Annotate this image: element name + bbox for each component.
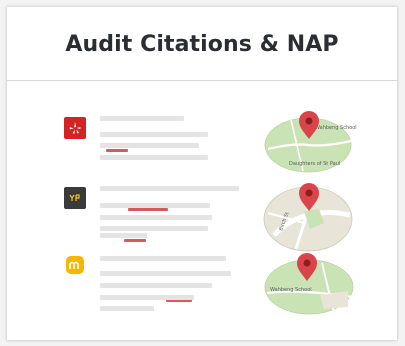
listing-name-placeholder (100, 186, 239, 191)
listing-line-placeholder (100, 271, 231, 276)
listing-line-placeholder (100, 203, 210, 208)
map-place-label: Wahbeng School (270, 287, 312, 293)
card-title: Audit Citations & NAP (65, 31, 339, 57)
listing-line-placeholder (100, 283, 212, 288)
map-place-label: Wahbeng School (315, 125, 357, 131)
listing-line-placeholder (100, 215, 212, 220)
listing-line-placeholder (100, 155, 208, 160)
yelp-icon (64, 117, 86, 139)
listing-line-placeholder (100, 233, 147, 238)
yellow-pages-icon (64, 187, 86, 209)
listing-name-placeholder (100, 116, 184, 121)
merchantcircle-icon (66, 256, 84, 274)
map-thumbnail: Wahbeng School (264, 253, 354, 315)
listing-line-placeholder (100, 132, 208, 137)
listing-name-placeholder (100, 256, 226, 261)
inconsistency-highlight (124, 239, 146, 242)
listing-line-placeholder (100, 306, 154, 311)
inconsistency-highlight (106, 149, 128, 152)
listing-line-placeholder (100, 143, 199, 148)
title-divider (7, 80, 397, 81)
listing-line-placeholder (100, 226, 208, 231)
listing-line-placeholder (100, 295, 194, 300)
map-thumbnail: Wahbeng School Daughters of St Paul (264, 110, 357, 173)
inconsistency-highlight (128, 208, 168, 211)
audit-citations-card[interactable]: Audit Citations & NAP Wahbeng School Dau… (7, 7, 397, 340)
map-thumbnail: Birch St (263, 183, 353, 252)
map-place-label: Daughters of St Paul (289, 161, 340, 167)
